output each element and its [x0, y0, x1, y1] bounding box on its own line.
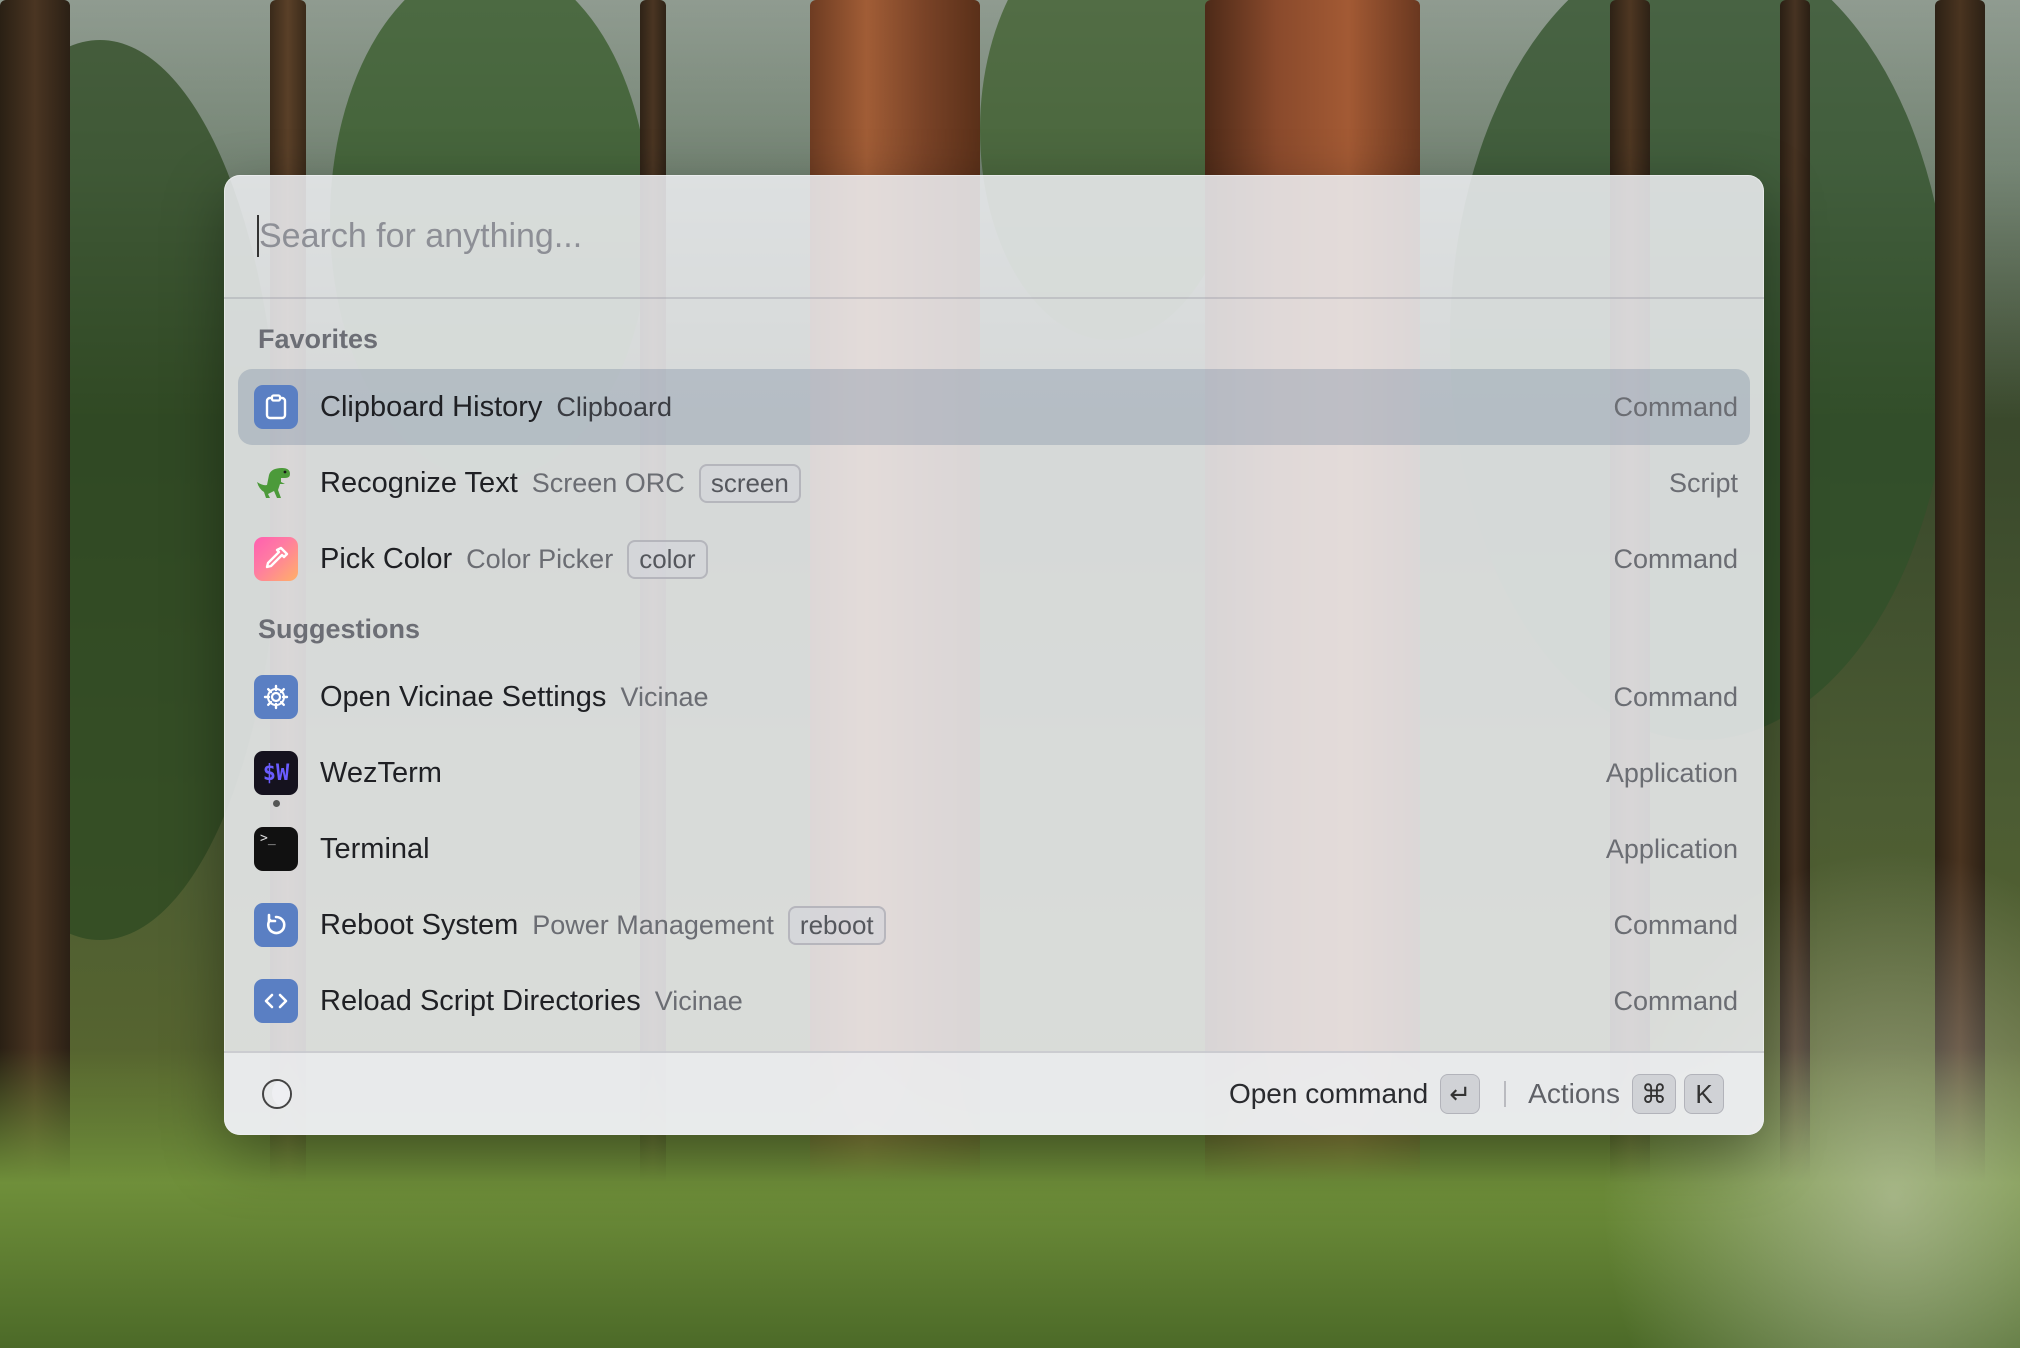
clipboard-icon: [254, 385, 298, 429]
dinosaur-icon: [254, 461, 298, 505]
item-title: WezTerm: [320, 756, 442, 789]
item-kind: Application: [1605, 833, 1738, 864]
list-item-terminal[interactable]: >_ Terminal Application: [238, 811, 1750, 887]
actions-button[interactable]: Actions: [1528, 1078, 1620, 1110]
list-item-reload-script-directories[interactable]: Reload Script Directories Vicinae Comman…: [238, 963, 1750, 1039]
item-subtitle: Screen ORC: [531, 467, 685, 498]
footer-divider: [1504, 1081, 1507, 1107]
list-item-recognize-text[interactable]: Recognize Text Screen ORC screen Script: [238, 445, 1750, 521]
theme-toggle-moon-icon[interactable]: [262, 1079, 292, 1109]
item-kind: Application: [1605, 757, 1738, 788]
running-indicator: [273, 800, 280, 807]
footer-actions: Open command ↵ Actions ⌘ K: [1229, 1074, 1724, 1114]
command-key-hint: ⌘: [1632, 1074, 1676, 1114]
k-key-hint: K: [1684, 1074, 1724, 1114]
item-kind: Command: [1613, 909, 1738, 940]
enter-key-hint: ↵: [1440, 1074, 1481, 1114]
item-kind: Command: [1613, 985, 1738, 1016]
item-subtitle: Color Picker: [466, 543, 614, 574]
item-kind: Command: [1613, 543, 1738, 574]
item-tag: reboot: [787, 905, 886, 945]
search-bar: [224, 175, 1764, 299]
gear-icon: [254, 675, 298, 719]
item-title: Pick Color: [320, 542, 453, 575]
item-tag: color: [627, 539, 708, 579]
open-command-button[interactable]: Open command: [1229, 1078, 1428, 1110]
status-bar: Open command ↵ Actions ⌘ K: [224, 1051, 1764, 1135]
wezterm-icon: $W: [254, 751, 298, 807]
search-input[interactable]: [259, 216, 1731, 256]
item-tag: screen: [698, 463, 801, 503]
item-subtitle: Vicinae: [620, 681, 709, 712]
terminal-icon-text: >_: [260, 831, 276, 846]
item-title: Open Vicinae Settings: [320, 680, 607, 713]
item-subtitle: Clipboard: [556, 391, 672, 422]
wezterm-icon-text: $W: [262, 760, 290, 786]
item-title: Terminal: [320, 832, 430, 865]
item-kind: Command: [1613, 391, 1738, 422]
list-item-pick-color[interactable]: Pick Color Color Picker color Command: [238, 521, 1750, 597]
list-item-clipboard-history[interactable]: Clipboard History Clipboard Command: [238, 369, 1750, 445]
launcher-window: Favorites Clipboard History Clipboard Co…: [224, 175, 1764, 1135]
item-title: Reboot System: [320, 908, 519, 941]
list-item-open-vicinae-settings[interactable]: Open Vicinae Settings Vicinae Command: [238, 659, 1750, 735]
color-picker-icon: [254, 537, 298, 581]
item-kind: Command: [1613, 681, 1738, 712]
item-title: Reload Script Directories: [320, 984, 641, 1017]
reboot-icon: [254, 903, 298, 947]
results-list: Favorites Clipboard History Clipboard Co…: [224, 299, 1764, 1039]
list-item-wezterm[interactable]: $W WezTerm Application: [238, 735, 1750, 811]
item-title: Clipboard History: [320, 390, 543, 423]
terminal-icon: >_: [254, 827, 298, 871]
item-subtitle: Power Management: [532, 909, 774, 940]
item-kind: Script: [1668, 467, 1738, 498]
section-title-suggestions: Suggestions: [258, 613, 421, 644]
item-subtitle: Vicinae: [654, 985, 743, 1016]
list-item-reboot-system[interactable]: Reboot System Power Management reboot Co…: [238, 887, 1750, 963]
code-icon: [254, 979, 298, 1023]
item-title: Recognize Text: [320, 466, 518, 499]
section-title-favorites: Favorites: [258, 323, 379, 354]
